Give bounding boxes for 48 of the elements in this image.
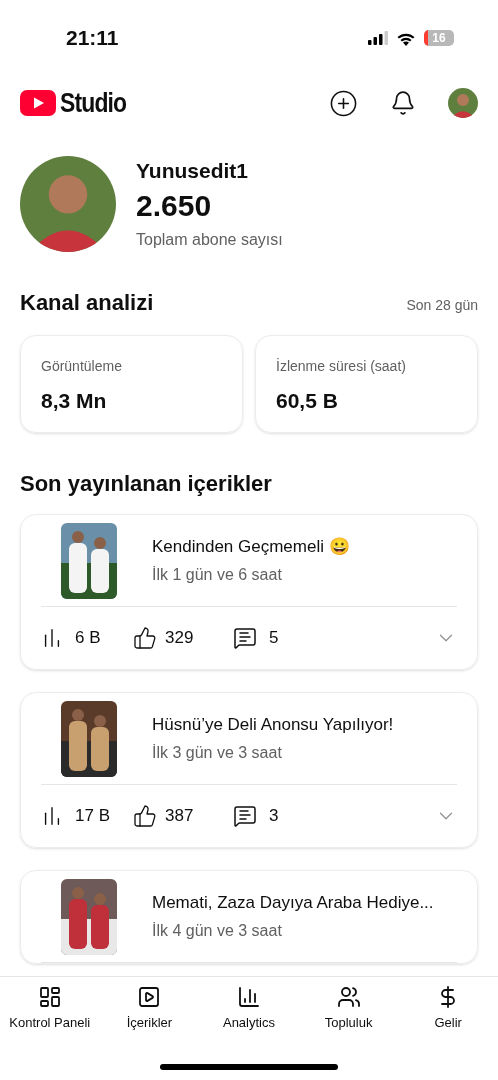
video-age: İlk 1 gün ve 6 saat [152, 565, 283, 586]
section-title: Kanal analizi [20, 289, 154, 317]
bar-chart-icon [237, 985, 261, 1009]
comment-icon [233, 626, 257, 650]
play-logo-icon [20, 90, 56, 116]
subscriber-count: 2.650 [136, 187, 213, 224]
like-count: 387 [165, 805, 194, 828]
section-title: Son yayınlanan içerikler [20, 471, 272, 496]
nav-tab[interactable]: Gelir [399, 985, 498, 1033]
like-count: 329 [165, 627, 194, 650]
comment-count: 3 [269, 805, 279, 828]
video-age: İlk 3 gün ve 3 saat [152, 743, 283, 764]
video-title: Memati, Zaza Dayıya Araba Hediye... [152, 891, 434, 914]
comment-icon [233, 804, 257, 828]
nav-tab[interactable]: Analytics [200, 985, 298, 1033]
logo-text: Studio [60, 86, 127, 120]
nav-tab[interactable]: İçerikler [100, 985, 199, 1033]
comment-count: 5 [269, 627, 279, 650]
stat-value: 60,5 B [276, 388, 339, 414]
status-time: 21:11 [66, 25, 119, 52]
stat-value: 8,3 Mn [41, 388, 108, 414]
avatar [448, 88, 478, 118]
notifications-icon[interactable] [390, 90, 416, 116]
view-count: 6 B [75, 627, 101, 650]
video-card[interactable]: Hüsnü’ye Deli Anonsu Yapılıyor! İlk 3 gün ve 3 saat 17 B 387 3 [20, 692, 478, 848]
signal-icon [368, 31, 388, 45]
video-library-icon [137, 985, 162, 1009]
people-icon [336, 985, 361, 1009]
nav-tab[interactable]: Topluluk [299, 985, 398, 1033]
like-icon [133, 804, 157, 828]
nav-tab[interactable]: Kontrol Paneli [0, 985, 99, 1033]
video-title: Hüsnü’ye Deli Anonsu Yapılıyor! [152, 713, 394, 736]
subscriber-label: Toplam abone sayısı [136, 230, 283, 250]
stat-label: Görüntüleme [41, 357, 123, 376]
dashboard-icon [37, 985, 62, 1009]
video-card[interactable]: Kendinden Geçmemeli 😀 İlk 1 gün ve 6 saat 6 B 329 5 [20, 514, 478, 670]
video-title: Kendinden Geçmemeli 😀 [152, 535, 350, 558]
create-icon[interactable] [329, 88, 358, 118]
stat-card[interactable]: İzlenme süresi (saat) 60,5 B [255, 335, 478, 433]
video-card[interactable]: Memati, Zaza Dayıya Araba Hediye... İlk 4 gün ve 3 saat [20, 870, 478, 964]
view-count: 17 B [75, 805, 110, 828]
period-label: Son 28 gün [406, 296, 478, 315]
channel-name: Yunusedit1 [136, 158, 250, 184]
stat-card[interactable]: Görüntüleme 8,3 Mn [20, 335, 243, 433]
battery: 16 [424, 30, 454, 46]
video-age: İlk 4 gün ve 3 saat [152, 921, 283, 942]
like-icon [133, 626, 157, 650]
stat-label: İzlenme süresi (saat) [276, 357, 407, 376]
